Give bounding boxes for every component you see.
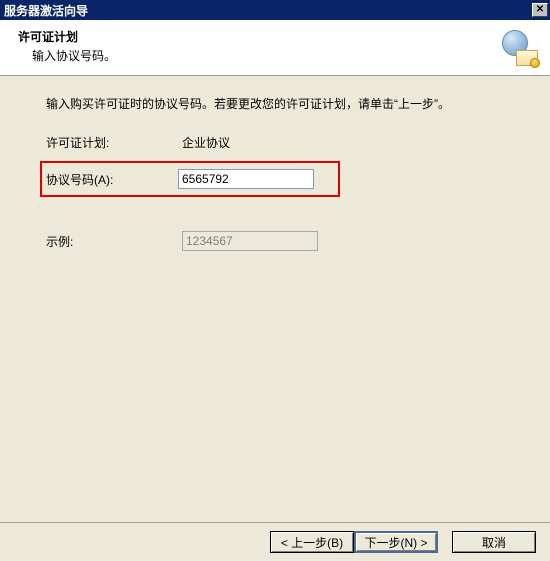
license-icon	[502, 30, 538, 66]
license-plan-value: 企业协议	[182, 134, 230, 151]
agreement-number-input[interactable]	[178, 169, 314, 189]
wizard-header-text: 许可证计划 输入协议号码。	[18, 28, 116, 69]
back-button[interactable]: < 上一步(B)	[270, 531, 354, 553]
cancel-button[interactable]: 取消	[452, 531, 536, 553]
titlebar: 服务器激活向导 ✕	[0, 0, 550, 20]
agreement-number-label: 协议号码(A):	[46, 171, 178, 188]
example-row: 示例:	[46, 231, 522, 251]
wizard-footer: < 上一步(B) 下一步(N) > 取消	[0, 522, 550, 561]
page-subtitle: 输入协议号码。	[18, 47, 116, 64]
example-label: 示例:	[46, 233, 182, 250]
next-button[interactable]: 下一步(N) >	[354, 531, 438, 553]
example-value	[182, 231, 318, 251]
instruction-text: 输入购买许可证时的协议号码。若要更改您的许可证计划，请单击“上一步”。	[46, 94, 522, 114]
wizard-header: 许可证计划 输入协议号码。	[0, 20, 550, 76]
window-title: 服务器激活向导	[4, 2, 88, 19]
page-title: 许可证计划	[18, 28, 116, 45]
wizard-content: 输入购买许可证时的协议号码。若要更改您的许可证计划，请单击“上一步”。 许可证计…	[0, 76, 550, 522]
agreement-number-row: 协议号码(A):	[40, 161, 340, 197]
license-plan-label: 许可证计划:	[46, 134, 182, 151]
close-icon[interactable]: ✕	[532, 3, 548, 17]
license-plan-row: 许可证计划: 企业协议	[46, 134, 522, 151]
